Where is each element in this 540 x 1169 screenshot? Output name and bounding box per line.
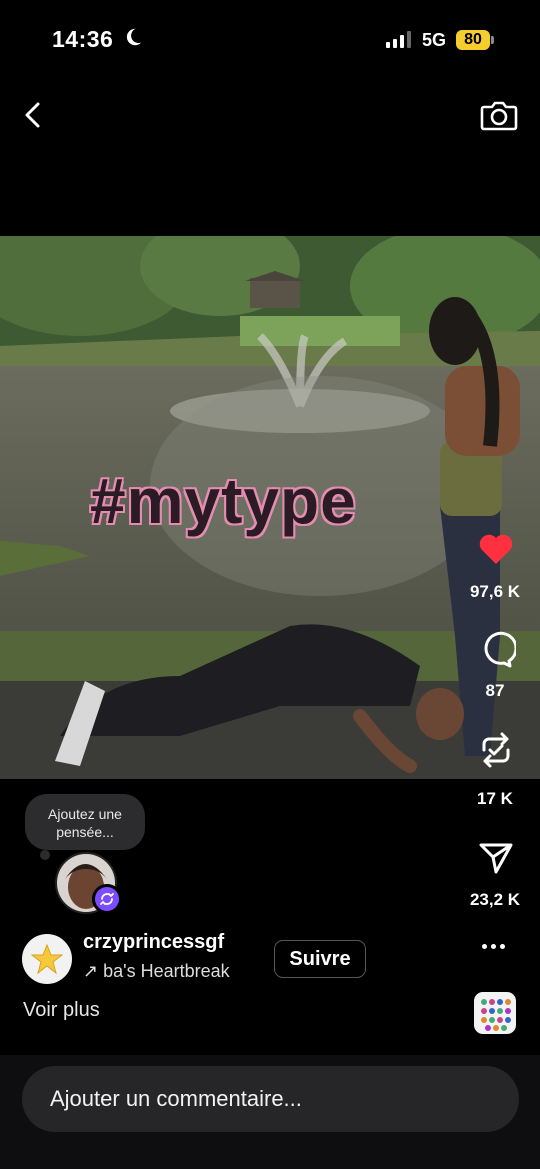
battery-tip [491,36,494,44]
heart-icon[interactable] [476,529,516,569]
bubble-tail [40,850,50,860]
see-more-link[interactable]: Voir plus [23,999,100,1022]
more-options-icon[interactable] [482,944,505,949]
like-count: 97,6 K [469,582,521,601]
network-type: 5G [422,30,447,50]
camera-icon[interactable] [480,97,518,133]
comment-count: 87 [485,681,505,700]
comment-input[interactable]: Ajouter un commentaire... [22,1066,519,1132]
battery-icon: 80 [456,30,490,50]
comment-icon[interactable] [476,630,516,670]
author-avatar[interactable] [22,934,72,984]
remix-icon[interactable] [92,884,122,914]
audio-track[interactable]: ↗ ba's Heartbreak [83,961,258,982]
add-thought-bubble[interactable]: Ajoutez une pensée... [25,794,145,850]
follow-button[interactable]: Suivre [274,940,366,978]
share-count: 23,2 K [469,890,521,909]
status-time: 14:36 [52,26,114,52]
arrow-up-right-icon: ↗ [83,961,99,981]
audio-thumbnail[interactable] [474,992,516,1034]
audio-title: ba's Heartbreak [103,961,230,981]
share-icon[interactable] [476,838,516,878]
moon-icon [126,28,142,46]
chevron-left-icon[interactable] [18,100,48,130]
signal-icon [386,31,411,48]
video-overlay-text: #mytype [89,464,358,539]
repost-icon[interactable] [476,730,516,770]
star-icon [31,943,63,975]
repost-count: 17 K [477,789,513,808]
author-username[interactable]: crzyprincessgf [83,931,224,954]
